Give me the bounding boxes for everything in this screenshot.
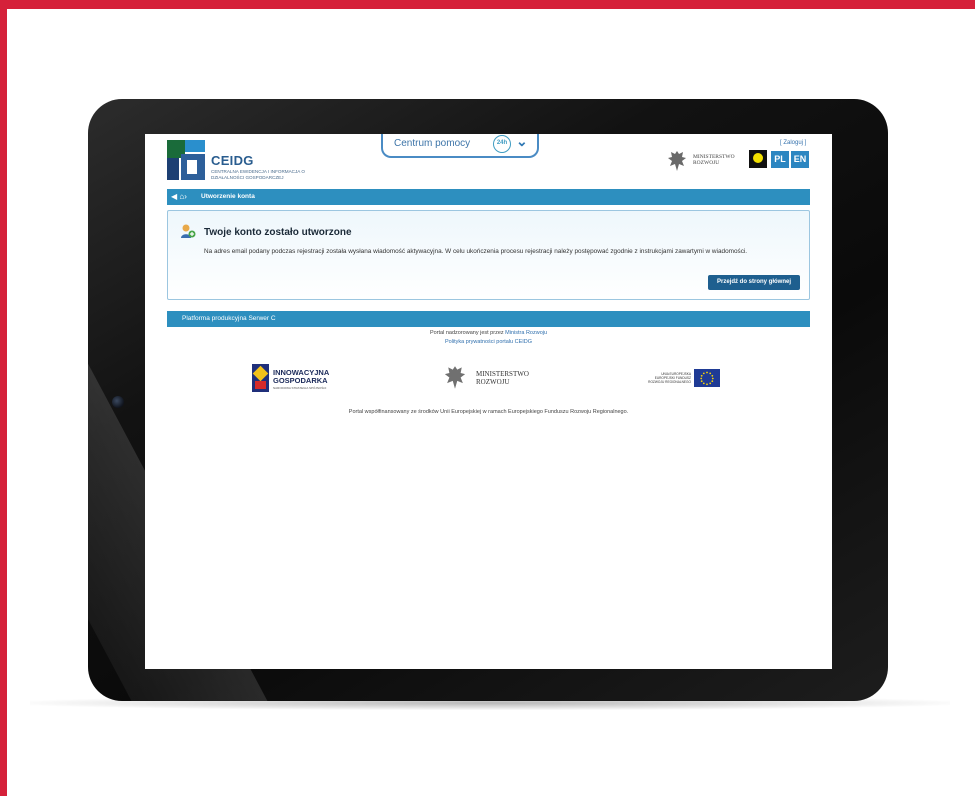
eu-logo: UNIA EUROPEJSKA EUROPEJSKI FUNDUSZ ROZWO… bbox=[641, 369, 721, 389]
go-to-homepage-button[interactable]: Przejdź do strony głównej bbox=[708, 275, 800, 290]
innovative-economy-mark-icon bbox=[252, 364, 269, 392]
breadcrumb-label: Utworzenie konta bbox=[201, 193, 255, 200]
logo-title: CEIDG bbox=[211, 153, 254, 168]
eagle-emblem-icon bbox=[444, 366, 466, 389]
platform-label: Platforma produkcyjna Serwer C bbox=[182, 315, 276, 322]
contrast-icon bbox=[753, 153, 763, 163]
message-text: Na adres email podany podczas rejestracj… bbox=[204, 248, 748, 255]
ig-subtitle: NARODOWA STRATEGIA SPÓJNOŚCI bbox=[273, 386, 327, 390]
account-created-panel: Twoje konto zostało utworzone Na adres e… bbox=[167, 210, 810, 300]
cofunding-notice: Portal współfinansowany ze środków Unii … bbox=[348, 409, 629, 415]
ministry-link[interactable]: Ministra Rozwoju bbox=[505, 330, 547, 336]
ministry-footer-name: MINISTERSTWO ROZWOJU bbox=[476, 370, 529, 386]
frame-top-border bbox=[0, 0, 975, 9]
innovative-economy-text: INNOWACYJNA GOSPODARKA bbox=[273, 369, 329, 385]
message-title: Twoje konto zostało utworzone bbox=[204, 227, 352, 238]
lang-en-button[interactable]: EN bbox=[791, 151, 809, 168]
ministry-line2: ROZWOJU bbox=[693, 160, 720, 166]
ceidg-logo-mark-icon bbox=[167, 140, 205, 180]
platform-bar: Platforma produkcyjna Serwer C bbox=[167, 311, 810, 327]
ministry-logo-footer: MINISTERSTWO ROZWOJU bbox=[443, 364, 543, 392]
breadcrumb-bar: ◀ ⌂› Utworzenie konta bbox=[167, 189, 810, 205]
lang-pl-button[interactable]: PL bbox=[771, 151, 789, 168]
user-added-icon bbox=[181, 224, 196, 238]
help-24h-icon: 24h bbox=[493, 135, 511, 153]
innovative-economy-logo: INNOWACYJNA GOSPODARKA NARODOWA STRATEGI… bbox=[252, 364, 340, 392]
privacy-policy-link[interactable]: Polityka prywatności portalu CEIDG bbox=[145, 339, 832, 345]
camera-icon bbox=[112, 396, 124, 408]
supervision-notice: Portal nadzorowany jest przez Ministra R… bbox=[145, 330, 832, 336]
help-center-button[interactable]: Centrum pomocy 24h ⌄ bbox=[381, 134, 539, 158]
frame-left-border bbox=[0, 0, 7, 796]
ministry-name: MINISTERSTWO ROZWOJU bbox=[693, 154, 735, 166]
ministry-logo-header: MINISTERSTWO ROZWOJU bbox=[667, 149, 751, 175]
login-link[interactable]: [ Zaloguj ] bbox=[780, 140, 806, 146]
eu-text: UNIA EUROPEJSKA EUROPEJSKI FUNDUSZ ROZWO… bbox=[648, 372, 691, 384]
ig-line2: GOSPODARKA bbox=[273, 376, 328, 385]
eagle-emblem-icon bbox=[668, 151, 686, 171]
accessibility-contrast-button[interactable] bbox=[749, 150, 767, 168]
mr-line1: MINISTERSTWO bbox=[476, 370, 529, 378]
logo-subtitle: CENTRALNA EWIDENCJA I INFORMACJA O DZIAŁ… bbox=[211, 169, 305, 180]
eu-flag-icon bbox=[694, 369, 720, 387]
help-center-label: Centrum pomocy bbox=[394, 138, 471, 149]
back-home-icon[interactable]: ◀ ⌂› bbox=[171, 192, 187, 201]
mr-line2: ROZWOJU bbox=[476, 378, 510, 386]
chevron-down-icon[interactable]: ⌄ bbox=[516, 134, 528, 150]
supervision-prefix: Portal nadzorowany jest przez bbox=[429, 330, 506, 336]
ceidg-logo[interactable]: CEIDG CENTRALNA EWIDENCJA I INFORMACJA O… bbox=[167, 140, 327, 184]
tablet-screen: CEIDG CENTRALNA EWIDENCJA I INFORMACJA O… bbox=[145, 134, 832, 669]
